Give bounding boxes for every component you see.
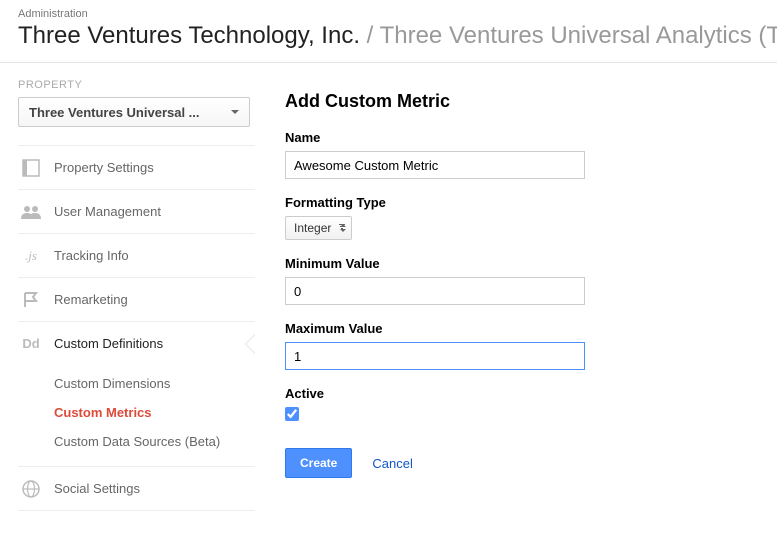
- custom-definitions-subnav: Custom Dimensions Custom Metrics Custom …: [18, 365, 255, 467]
- cancel-link[interactable]: Cancel: [372, 456, 412, 471]
- property-selector-value: Three Ventures Universal ...: [29, 105, 200, 120]
- subnav-custom-data-sources[interactable]: Custom Data Sources (Beta): [54, 427, 255, 456]
- sidebar-item-label: Property Settings: [54, 160, 154, 175]
- custom-definitions-icon: Dd: [20, 333, 42, 355]
- active-label: Active: [285, 386, 757, 401]
- sidebar-item-label: User Management: [54, 204, 161, 219]
- sidebar-item-social-settings[interactable]: Social Settings: [18, 467, 255, 511]
- create-button[interactable]: Create: [285, 448, 352, 478]
- min-value-label: Minimum Value: [285, 256, 757, 271]
- sidebar-item-remarketing[interactable]: Remarketing: [18, 277, 255, 321]
- page-title-line: Three Ventures Technology, Inc. / Three …: [18, 22, 759, 50]
- form-title: Add Custom Metric: [285, 91, 757, 112]
- formatting-type-value: Integer: [294, 221, 331, 235]
- sidebar-item-label: Social Settings: [54, 481, 140, 496]
- formatting-type-select[interactable]: Integer: [285, 216, 352, 240]
- globe-icon: [20, 478, 42, 500]
- chevron-down-icon: [231, 110, 239, 114]
- sidebar-nav: Property Settings User Management .js Tr…: [18, 145, 255, 511]
- property-selector[interactable]: Three Ventures Universal ...: [18, 97, 250, 127]
- breadcrumb[interactable]: Administration: [18, 8, 759, 20]
- property-name: Three Ventures Universal Analytics (TM): [380, 22, 777, 49]
- sidebar-item-user-management[interactable]: User Management: [18, 189, 255, 233]
- account-name: Three Ventures Technology, Inc.: [18, 22, 360, 49]
- active-checkbox[interactable]: [285, 407, 299, 421]
- name-label: Name: [285, 130, 757, 145]
- settings-panel-icon: [20, 157, 42, 179]
- title-separator: /: [360, 22, 380, 49]
- sidebar-item-property-settings[interactable]: Property Settings: [18, 145, 255, 189]
- js-icon: .js: [20, 245, 42, 267]
- max-value-input[interactable]: [285, 342, 585, 370]
- formatting-type-label: Formatting Type: [285, 195, 757, 210]
- name-input[interactable]: [285, 151, 585, 179]
- subnav-custom-dimensions[interactable]: Custom Dimensions: [54, 369, 255, 398]
- max-value-label: Maximum Value: [285, 321, 757, 336]
- min-value-input[interactable]: [285, 277, 585, 305]
- sidebar-item-tracking-info[interactable]: .js Tracking Info: [18, 233, 255, 277]
- subnav-custom-metrics[interactable]: Custom Metrics: [54, 398, 255, 427]
- remarketing-icon: [20, 289, 42, 311]
- property-label: PROPERTY: [18, 79, 255, 91]
- sidebar-item-label: Custom Definitions: [54, 336, 163, 351]
- users-icon: [20, 201, 42, 223]
- sidebar-item-custom-definitions[interactable]: Dd Custom Definitions: [18, 321, 255, 365]
- sidebar-item-label: Tracking Info: [54, 248, 129, 263]
- sidebar: PROPERTY Three Ventures Universal ... Pr…: [0, 63, 255, 511]
- select-arrows-icon: [340, 224, 346, 232]
- main-content: Add Custom Metric Name Formatting Type I…: [255, 63, 777, 511]
- sidebar-item-label: Remarketing: [54, 292, 128, 307]
- page-header: Administration Three Ventures Technology…: [0, 0, 777, 63]
